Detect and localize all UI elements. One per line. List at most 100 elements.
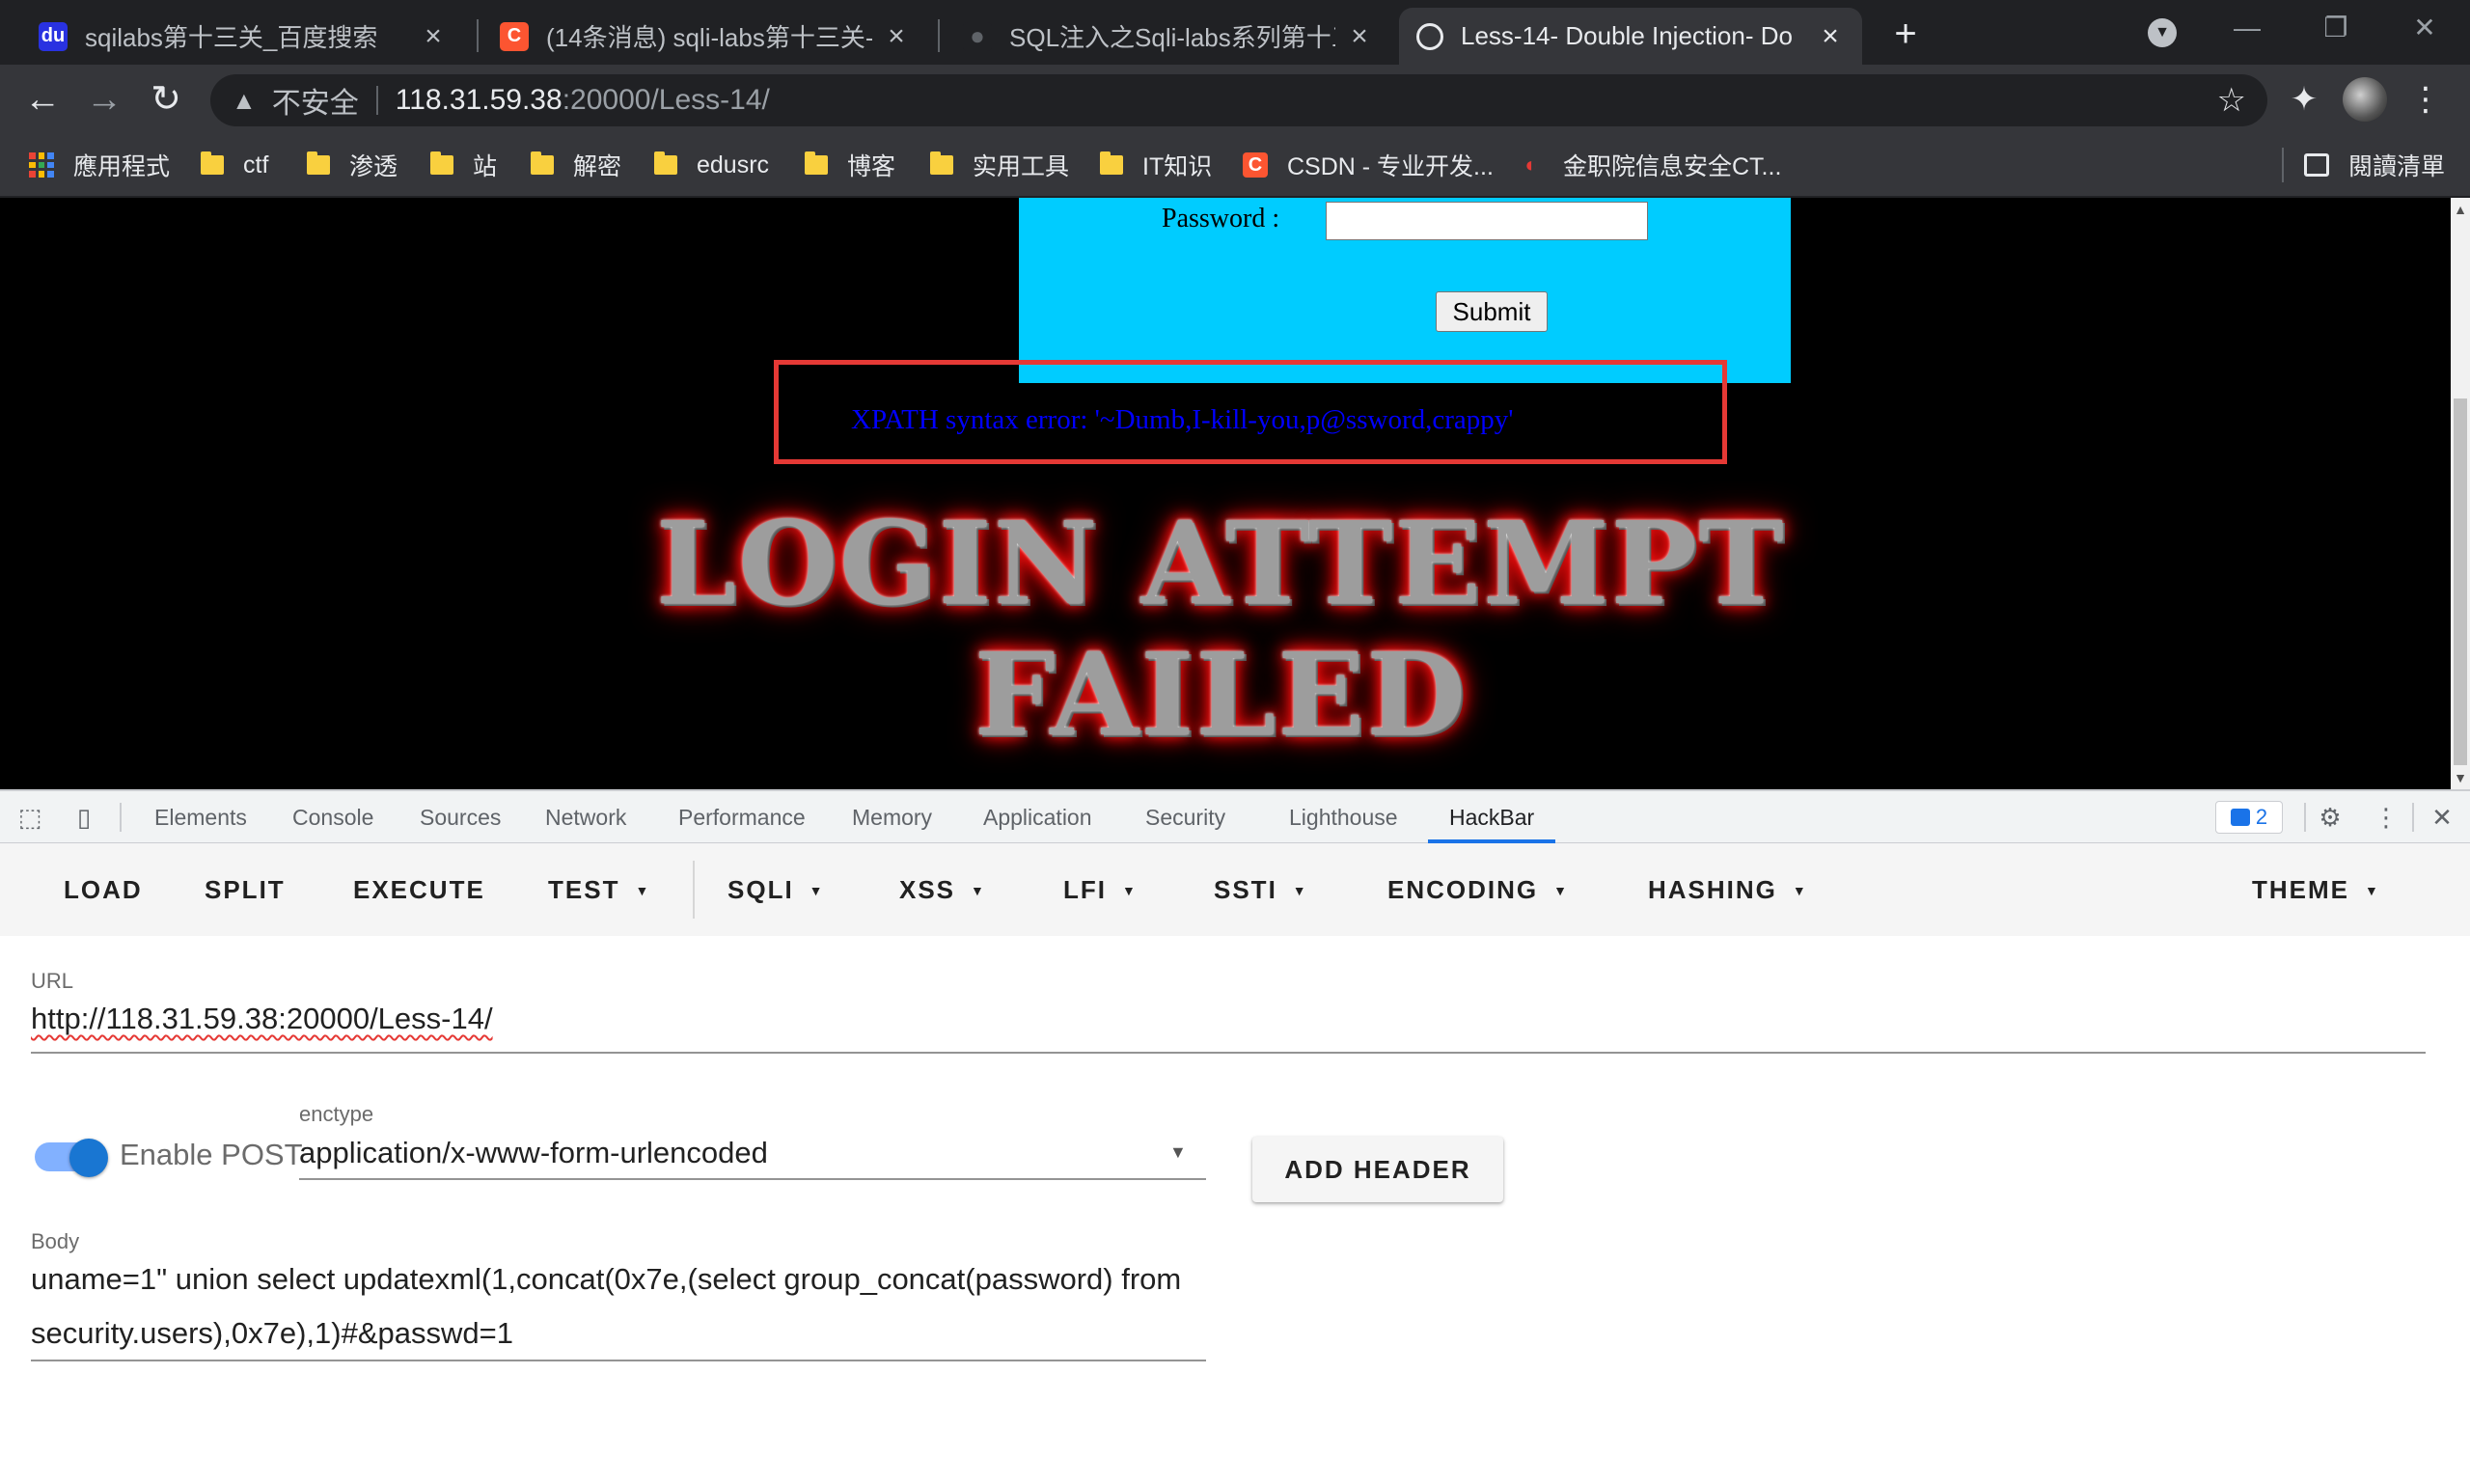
browser-tab[interactable]: ● SQL注入之Sqli-labs系列第十三 × (946, 8, 1391, 65)
dropdown-caret-icon[interactable]: ▼ (1169, 1142, 1187, 1163)
hashing-menu[interactable]: HASHING ▼ (1648, 866, 1808, 913)
bookmark-label: 解密 (573, 153, 622, 180)
test-menu[interactable]: TEST ▼ (548, 866, 650, 913)
bookmark-label: 站 (473, 153, 498, 180)
url-field-underline (31, 1052, 2426, 1054)
close-tab-icon[interactable]: × (882, 20, 911, 53)
reading-list-label: 閱讀清單 (2348, 153, 2446, 180)
bookmark-folder[interactable]: 博客 (805, 148, 895, 182)
close-devtools-icon[interactable]: ✕ (2426, 801, 2458, 834)
lfi-menu[interactable]: LFI ▼ (1063, 866, 1138, 913)
dropdown-caret-icon: ▼ (1122, 883, 1138, 898)
close-tab-icon[interactable]: × (419, 20, 448, 53)
bookmark-label: IT知识 (1142, 153, 1213, 180)
bookmark-folder[interactable]: 渗透 (307, 148, 398, 182)
warning-triangle-icon[interactable]: ▲ (232, 86, 257, 116)
scrollbar-thumb[interactable] (2454, 398, 2467, 765)
folder-icon (930, 151, 953, 175)
issues-count: 2 (2255, 805, 2268, 829)
submit-button[interactable]: Submit (1436, 291, 1548, 332)
bookmarks-bar: 應用程式 ctf 渗透 站 解密 edusrc 博客 实用工具 IT知识 C C… (0, 134, 2470, 198)
password-input[interactable] (1326, 202, 1648, 240)
bookmark-star-icon[interactable]: ☆ (2217, 81, 2246, 120)
scroll-down-icon[interactable]: ▼ (2451, 770, 2470, 785)
bookmark-label: CSDN - 专业开发... (1287, 153, 1494, 180)
execute-button[interactable]: EXECUTE (353, 866, 485, 913)
profile-avatar[interactable] (2343, 77, 2387, 122)
bookmark-csdn[interactable]: C CSDN - 专业开发... (1243, 148, 1494, 182)
url-field-label: URL (31, 969, 74, 993)
back-arrow-icon[interactable]: ← (17, 74, 68, 124)
load-button[interactable]: LOAD (64, 866, 143, 913)
close-window-icon[interactable]: ✕ (2401, 8, 2449, 48)
new-tab-button[interactable]: + (1881, 12, 1930, 60)
forward-arrow-icon[interactable]: → (79, 74, 129, 124)
settings-gear-icon[interactable]: ⚙ (2314, 801, 2346, 834)
restore-icon[interactable]: ❐ (2312, 8, 2360, 48)
csdn-icon: C (500, 21, 529, 51)
folder-icon (1100, 151, 1123, 175)
bookmark-folder[interactable]: 实用工具 (930, 148, 1069, 182)
issues-badge[interactable]: 2 (2215, 801, 2283, 834)
inspect-element-icon[interactable]: ⬚ (14, 801, 46, 834)
scroll-up-icon[interactable]: ▲ (2451, 202, 2470, 217)
sqli-menu[interactable]: SQLI ▼ (727, 866, 825, 913)
dropdown-caret-icon: ▼ (809, 883, 825, 898)
toggle-knob[interactable] (69, 1139, 108, 1177)
bookmark-folder[interactable]: 站 (430, 148, 497, 182)
devtools-tab-elements[interactable]: Elements (154, 791, 247, 843)
extensions-puzzle-icon[interactable]: ✦ (2281, 76, 2327, 123)
split-button[interactable]: SPLIT (205, 866, 286, 913)
tab-title: Less-14- Double Injection- Do (1461, 21, 1793, 50)
dropdown-caret-icon: ▼ (635, 883, 651, 898)
add-header-button[interactable]: ADD HEADER (1252, 1137, 1503, 1202)
bookmark-folder[interactable]: 解密 (531, 148, 621, 182)
close-tab-icon[interactable]: × (1345, 20, 1374, 53)
browser-tab-active[interactable]: Less-14- Double Injection- Do × (1399, 8, 1862, 65)
folder-icon (805, 151, 828, 175)
devtools-more-icon[interactable]: ⋮ (2370, 801, 2402, 834)
bookmark-jzy[interactable]: ◐ 金职院信息安全CT... (1519, 148, 1781, 182)
tab-search-icon[interactable]: ▼ (2138, 10, 2186, 50)
devtools-tab-console[interactable]: Console (292, 791, 373, 843)
enctype-select[interactable]: application/x-www-form-urlencoded (299, 1136, 768, 1170)
bookmark-folder[interactable]: IT知识 (1100, 148, 1212, 182)
devtools-tab-performance[interactable]: Performance (678, 791, 806, 843)
more-menu-icon[interactable]: ⋮ (2402, 76, 2449, 123)
xss-menu[interactable]: XSS ▼ (899, 866, 986, 913)
xpath-error-message: XPATH syntax error: '~Dumb,I-kill-you,p@… (851, 404, 1514, 435)
reading-list-icon (2304, 153, 2329, 177)
bookmark-apps[interactable]: 應用程式 (29, 148, 170, 182)
device-toolbar-icon[interactable]: ▯ (68, 801, 100, 834)
devtools-tab-lighthouse[interactable]: Lighthouse (1289, 791, 1398, 843)
reading-list[interactable]: 閱讀清單 (2304, 148, 2445, 182)
browser-toolbar: ← → ↻ ▲ 不安全 118.31.59.38 :20000/Less-14/… (0, 65, 2470, 134)
close-tab-icon[interactable]: × (1816, 20, 1845, 53)
devtools-tab-network[interactable]: Network (545, 791, 626, 843)
theme-menu[interactable]: THEME ▼ (2252, 866, 2380, 913)
page-scrollbar[interactable]: ▲ ▼ (2451, 198, 2470, 789)
bookmark-folder[interactable]: edusrc (654, 148, 769, 182)
ssti-menu[interactable]: SSTI ▼ (1214, 866, 1308, 913)
not-secure-label[interactable]: 不安全 (272, 79, 359, 122)
hashing-label: HASHING (1648, 875, 1777, 904)
minimize-icon[interactable]: — (2223, 8, 2271, 48)
bookmark-label: edusrc (697, 151, 770, 179)
devtools-tab-memory[interactable]: Memory (852, 791, 932, 843)
devtools-tab-sources[interactable]: Sources (420, 791, 501, 843)
bookmark-folder[interactable]: ctf (201, 148, 268, 182)
devtools-tab-security[interactable]: Security (1145, 791, 1225, 843)
url-field[interactable]: http://118.31.59.38:20000/Less-14/ (31, 1002, 493, 1036)
encoding-menu[interactable]: ENCODING ▼ (1387, 866, 1569, 913)
browser-tab[interactable]: C (14条消息) sqli-labs第十三关-- × (482, 8, 928, 65)
reload-icon[interactable]: ↻ (141, 74, 191, 124)
browser-tab[interactable]: du sqilabs第十三关_百度搜索 × (21, 8, 465, 65)
devtools-tab-hackbar[interactable]: HackBar (1428, 791, 1556, 843)
address-bar[interactable]: ▲ 不安全 118.31.59.38 :20000/Less-14/ ☆ (210, 74, 2267, 126)
body-textarea[interactable]: uname=1" union select updatexml(1,concat… (31, 1252, 1208, 1360)
devtools-tab-application[interactable]: Application (983, 791, 1092, 843)
test-label: TEST (548, 875, 620, 904)
bookmark-label: 实用工具 (973, 153, 1070, 180)
devtools-divider (2304, 803, 2306, 832)
enable-post-label: Enable POST (120, 1138, 303, 1171)
